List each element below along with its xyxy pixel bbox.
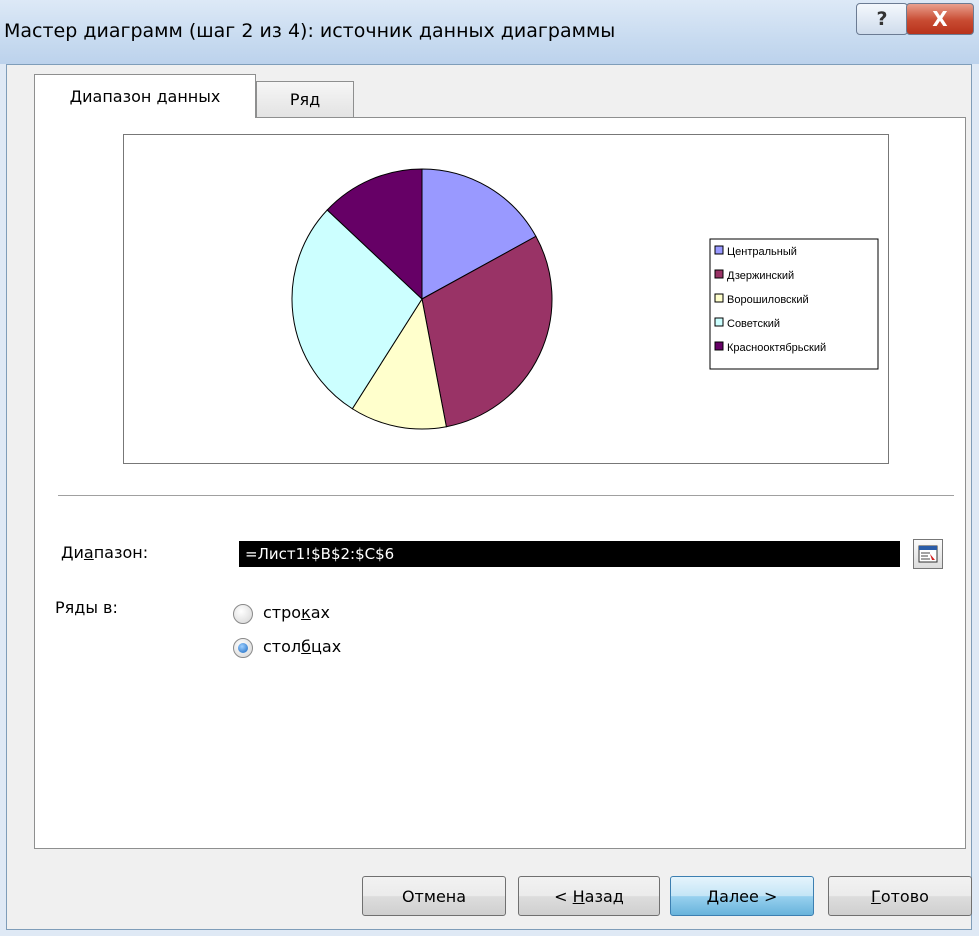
legend-label-2: Дзержинский <box>727 270 794 282</box>
next-button[interactable]: Далее > <box>670 876 814 916</box>
range-input[interactable]: =Лист1!$B$2:$C$6 <box>239 541 900 567</box>
range-label: Диапазон: <box>61 543 149 562</box>
radio-rows[interactable] <box>233 604 253 624</box>
legend-swatch-5 <box>714 341 724 351</box>
legend-swatch-1 <box>714 245 724 255</box>
radio-columns-label[interactable]: столбцах <box>263 637 341 656</box>
close-button[interactable]: X <box>906 3 974 35</box>
legend-label-4: Советский <box>727 318 780 330</box>
legend-swatch-4 <box>714 317 724 327</box>
cancel-button[interactable]: Отмена <box>362 876 506 916</box>
legend-swatch-3 <box>714 293 724 303</box>
help-icon: ? <box>876 8 888 30</box>
legend-label-1: Центральный <box>727 246 797 258</box>
collapse-dialog-button[interactable] <box>913 539 943 569</box>
radio-rows-label[interactable]: строках <box>263 603 330 622</box>
finish-button[interactable]: Готово <box>828 876 972 916</box>
pie-chart: Центральный Дзержинский Ворошиловский Совет… <box>291 168 879 430</box>
legend-label-5: Краснооктябрьский <box>727 342 826 354</box>
tab-data-range[interactable]: Диапазон данных <box>34 74 256 118</box>
series-in-label: Ряды в: <box>55 598 118 617</box>
legend-label-3: Ворошиловский <box>727 294 809 306</box>
close-icon: X <box>932 7 948 31</box>
legend-swatch-2 <box>714 269 724 279</box>
chart-preview: Центральный Дзержинский Ворошиловский Совет… <box>123 134 889 464</box>
collapse-dialog-icon <box>918 545 938 563</box>
title-bar: Мастер диаграмм (шаг 2 из 4): источник д… <box>0 0 979 64</box>
back-button[interactable]: < Назад <box>518 876 660 916</box>
separator <box>58 495 954 496</box>
tab-series[interactable]: Ряд <box>256 81 354 117</box>
radio-columns[interactable] <box>233 638 253 658</box>
window-title: Мастер диаграмм (шаг 2 из 4): источник д… <box>4 20 616 42</box>
help-button[interactable]: ? <box>856 3 908 35</box>
